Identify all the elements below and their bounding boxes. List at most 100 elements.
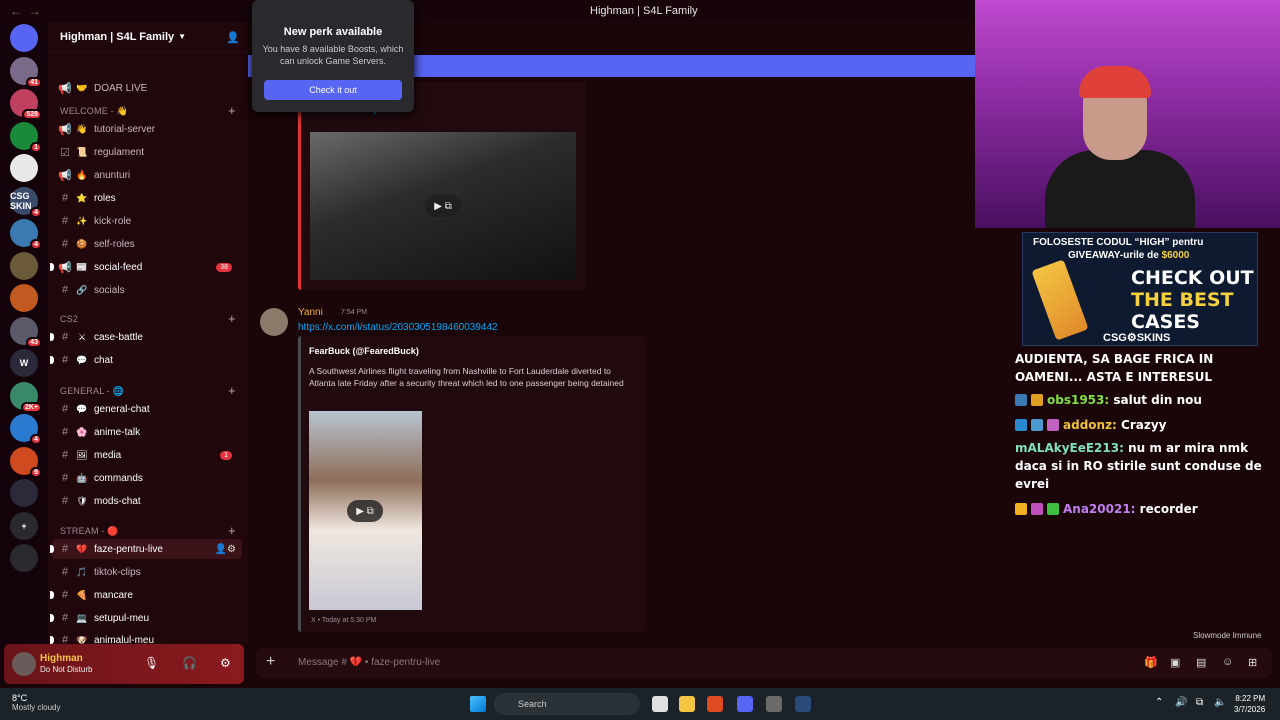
message-link[interactable]: https://x.com/i/status/20303051984600394… (298, 322, 498, 333)
author-avatar[interactable] (260, 308, 288, 336)
server-icon[interactable]: 41 (10, 56, 42, 88)
video-thumbnail[interactable]: ▶ ⧉ (310, 132, 576, 280)
gif-icon[interactable]: ▣ (1170, 656, 1180, 669)
channel-tiktok-clips[interactable]: # 🎵 tiktok-clips (52, 562, 242, 582)
taskbar-search[interactable]: Search (494, 693, 640, 715)
channel-mods-chat[interactable]: # 🛡 mods-chat (52, 491, 242, 511)
clock-date: 3/7/2026 (1234, 705, 1266, 714)
channel-label: tiktok-clips (94, 566, 141, 578)
channel-settings-icon[interactable]: 👤⚙ (215, 544, 236, 555)
windows-start-icon[interactable] (470, 696, 486, 712)
ad-line1: FOLOSESTE CODUL “HIGH” pentru (1033, 237, 1204, 248)
channel-self-roles[interactable]: # 🍪 self-roles (52, 234, 242, 254)
unread-indicator (50, 356, 54, 364)
channel-animalul-meu[interactable]: # 🐶 animalul-meu (50, 630, 242, 644)
avatar[interactable] (12, 652, 36, 676)
server-icon[interactable]: 4 (10, 414, 42, 445)
channel-label: commands (94, 472, 143, 484)
embed-video[interactable]: ▶ ⧉ (309, 411, 422, 610)
check-it-out-button[interactable]: Check it out (264, 80, 402, 100)
file-explorer-icon[interactable] (652, 696, 668, 712)
embed-author[interactable]: FearBuck (@FearedBuck) (309, 346, 419, 356)
category-stream[interactable]: STREAM - 🔴 + (60, 523, 236, 538)
emoji-icon[interactable]: ☺ (1222, 656, 1233, 668)
message-input[interactable]: Message # 💔 • faze-pentru-live (298, 657, 440, 668)
channel-anunturi[interactable]: 📢 🔥 anunturi (52, 165, 242, 185)
channel-case-battle[interactable]: # ⚔ case-battle (50, 327, 242, 347)
chat-text: recorder (1139, 502, 1198, 516)
headphones-icon[interactable]: 🎧 (182, 656, 197, 670)
username: Highman (40, 653, 83, 664)
server-icon[interactable]: + (10, 511, 38, 540)
server-icon[interactable]: 1 (10, 121, 42, 153)
channel-regulament[interactable]: ☑ 📜 regulament (52, 142, 242, 162)
clock[interactable]: 8:22 PM 3/7/2026 (1234, 693, 1265, 715)
channel-anime-talk[interactable]: # 🌸 anime-talk (52, 422, 242, 442)
server-name: Highman | S4L Family (60, 30, 175, 43)
network-icon[interactable]: ⧉ (1196, 697, 1203, 708)
play-icon[interactable]: ▶ ⧉ (347, 500, 383, 522)
calculator-icon[interactable] (766, 696, 782, 712)
invite-icon[interactable]: 👤 (226, 31, 240, 44)
folder-icon[interactable] (679, 696, 695, 712)
server-icon[interactable]: CSG SKIN 4 (10, 186, 42, 218)
channel-setupul-meu[interactable]: # 💻 setupul-meu (50, 608, 242, 628)
channel-media[interactable]: # 🖼 media 1 (52, 445, 242, 465)
back-forward-arrows[interactable]: ← → (10, 4, 41, 18)
server-icon[interactable] (10, 479, 38, 507)
notification-badge: 4 (30, 239, 42, 250)
channel-socials[interactable]: # 🔗 socials (52, 280, 242, 300)
weather-desc: Mostly cloudy (12, 703, 61, 712)
channel-commands[interactable]: # 🤖 commands (52, 468, 242, 488)
hash-icon: # (61, 472, 69, 484)
category-general[interactable]: GENERAL - 🌐 + (60, 383, 236, 398)
channel-faze-pentru-live[interactable]: # 💔 faze-pentru-live 👤⚙ (50, 539, 242, 559)
server-icon[interactable]: 4 (10, 219, 42, 250)
server-icon[interactable] (10, 154, 38, 182)
add-channel-icon[interactable]: + (228, 383, 236, 398)
steam-icon[interactable] (795, 696, 811, 712)
server-icon[interactable] (10, 251, 38, 280)
mention-badge: 38 (216, 262, 232, 272)
server-icon[interactable] (10, 544, 38, 572)
author-name[interactable]: Yanni (298, 307, 323, 318)
server-icon[interactable]: 528 (10, 89, 42, 120)
hash-icon: # (61, 403, 69, 415)
volume-icon[interactable]: 🔊 (1175, 697, 1187, 708)
server-icon[interactable] (10, 284, 38, 312)
server-icon[interactable]: 2K+ (10, 381, 42, 413)
server-header[interactable]: Highman | S4L Family ▼ 👤 (48, 22, 248, 52)
microphone-icon[interactable]: 🎙 (144, 656, 159, 670)
weather-widget[interactable]: 8°C Mostly cloudy (12, 693, 60, 712)
server-icon[interactable] (10, 24, 38, 52)
settings-gear-icon[interactable]: ⚙ (220, 656, 231, 670)
channel-general-chat[interactable]: # 💬 general-chat (52, 399, 242, 419)
channel-kick-role[interactable]: # ✨ kick-role (52, 211, 242, 231)
unread-indicator (50, 333, 54, 341)
brave-browser-icon[interactable] (707, 696, 723, 712)
play-icon[interactable]: ▶ ⧉ (425, 195, 461, 217)
channel-doar-live[interactable]: 📢 🤝 DOAR LIVE (52, 78, 242, 98)
chevron-up-icon[interactable]: ⌃ (1155, 697, 1163, 708)
add-channel-icon[interactable]: + (228, 103, 236, 118)
add-channel-icon[interactable]: + (228, 311, 236, 326)
discord-icon[interactable] (737, 696, 753, 712)
sticker-icon[interactable]: ▤ (1196, 656, 1206, 669)
server-icon[interactable]: 9 (10, 446, 42, 478)
server-icon[interactable]: 43 (10, 316, 42, 348)
attach-plus-icon[interactable]: + (266, 653, 275, 671)
channel-mancare[interactable]: # 🍕 mancare (50, 585, 242, 605)
channel-roles[interactable]: # ⭐ roles (52, 188, 242, 208)
gift-icon[interactable]: 🎁 (1144, 656, 1158, 669)
category-cs2[interactable]: CS2 + (60, 311, 236, 326)
channel-chat[interactable]: # 💬 chat (50, 350, 242, 370)
apps-icon[interactable]: ⊞ (1248, 656, 1257, 669)
server-icon[interactable]: W (10, 349, 38, 377)
category-welcome[interactable]: WELCOME - 👋 + (60, 103, 236, 118)
badge-icon (1047, 503, 1059, 515)
speaker-icon[interactable]: 🔈 (1214, 697, 1226, 708)
channel-social-feed[interactable]: 📢 📰 social-feed 38 (50, 257, 242, 277)
add-channel-icon[interactable]: + (228, 523, 236, 538)
channel-tutorial-server[interactable]: 📢 👋 tutorial-server (52, 119, 242, 139)
hash-icon: # (61, 354, 69, 366)
